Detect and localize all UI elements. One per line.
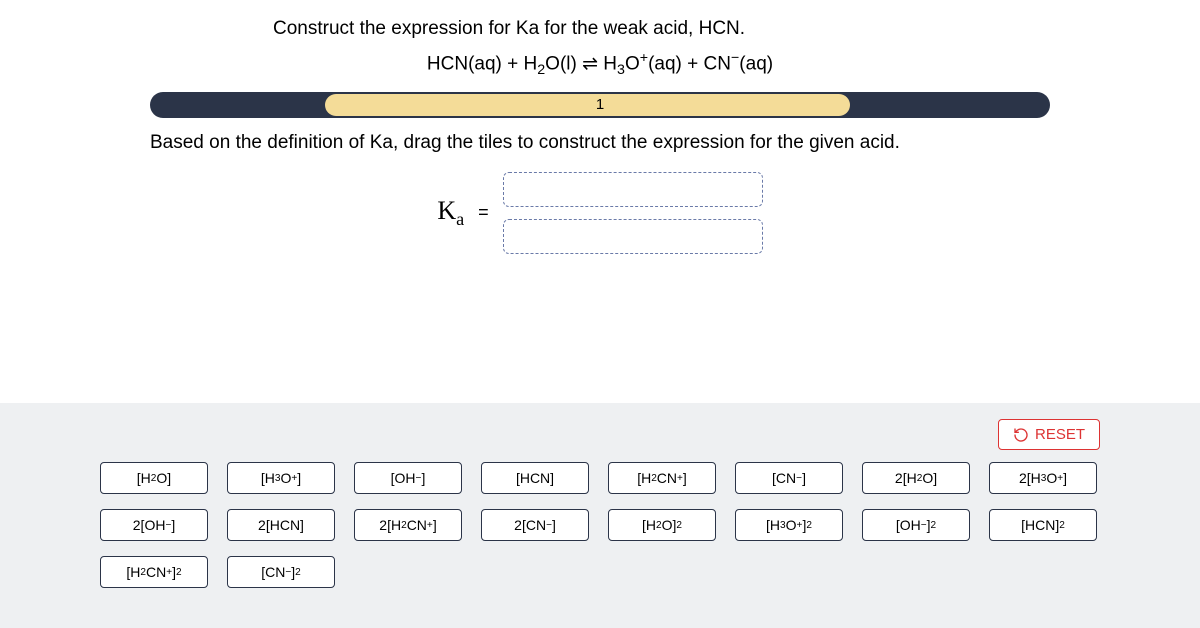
- progress-bar: 1: [150, 92, 1050, 118]
- tile-h2o-sq[interactable]: [H2O]2: [608, 509, 716, 541]
- fraction-dropzone: [503, 172, 763, 254]
- tile-cn-minus[interactable]: [CN−]: [735, 462, 843, 494]
- tile-h3o-plus-sq[interactable]: [H3O+]2: [735, 509, 843, 541]
- tile-palette-area: RESET [H2O][H3O+][OH−][HCN][H2CN+][CN−]2…: [0, 403, 1200, 628]
- tile-oh-minus-sq[interactable]: [OH−]2: [862, 509, 970, 541]
- tile-2h2o[interactable]: 2[H2O]: [862, 462, 970, 494]
- undo-icon: [1013, 427, 1029, 443]
- tile-hcn-sq[interactable]: [HCN]2: [989, 509, 1097, 541]
- chemical-equation: HCN(aq) + H2O(l) ⇌ H3O+(aq) + CN−(aq): [0, 50, 1200, 78]
- denominator-dropzone[interactable]: [503, 219, 763, 254]
- tile-h2o[interactable]: [H2O]: [100, 462, 208, 494]
- equals-sign: =: [478, 202, 489, 223]
- numerator-dropzone[interactable]: [503, 172, 763, 207]
- tile-oh-minus[interactable]: [OH−]: [354, 462, 462, 494]
- tile-grid: [H2O][H3O+][OH−][HCN][H2CN+][CN−]2[H2O]2…: [100, 462, 1100, 588]
- tile-h2cn-plus[interactable]: [H2CN+]: [608, 462, 716, 494]
- ka-expression-row: Ka =: [0, 172, 1200, 254]
- instruction-text: Based on the definition of Ka, drag the …: [150, 130, 1050, 156]
- tile-h3o-plus[interactable]: [H3O+]: [227, 462, 335, 494]
- reset-label: RESET: [1035, 426, 1085, 443]
- tile-hcn[interactable]: [HCN]: [481, 462, 589, 494]
- reset-button[interactable]: RESET: [998, 419, 1100, 450]
- tile-cn-minus-sq[interactable]: [CN−]2: [227, 556, 335, 588]
- ka-label: Ka: [437, 196, 464, 230]
- progress-step-label: 1: [150, 92, 1050, 118]
- question-prompt: Construct the expression for Ka for the …: [273, 18, 1200, 40]
- tile-2h3o-plus[interactable]: 2[H3O+]: [989, 462, 1097, 494]
- tile-2h2cn-plus[interactable]: 2[H2CN+]: [354, 509, 462, 541]
- tile-2hcn[interactable]: 2[HCN]: [227, 509, 335, 541]
- tile-h2cn-plus-sq[interactable]: [H2CN+]2: [100, 556, 208, 588]
- tile-2cn-minus[interactable]: 2[CN−]: [481, 509, 589, 541]
- tile-2oh-minus[interactable]: 2[OH−]: [100, 509, 208, 541]
